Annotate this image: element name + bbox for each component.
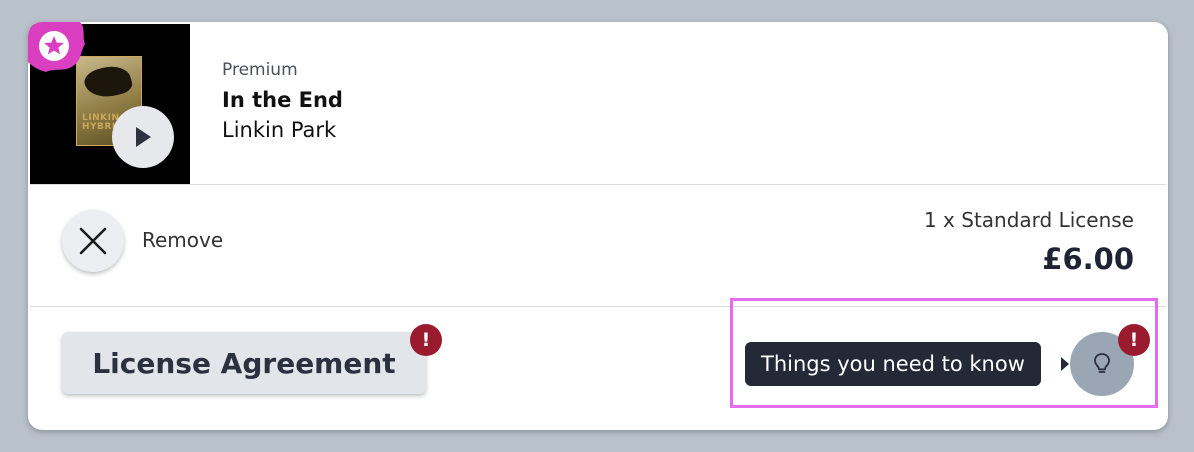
divider-top (30, 184, 1166, 185)
tooltip-arrow (1061, 357, 1069, 371)
premium-badge (28, 22, 85, 72)
price: £6.00 (1042, 242, 1134, 276)
alert-icon: ! (421, 329, 431, 351)
play-button[interactable] (112, 106, 174, 168)
license-type: 1 x Standard License (923, 208, 1134, 232)
track-tier: Premium (222, 60, 298, 80)
license-agreement-button[interactable]: License Agreement (62, 332, 426, 394)
track-artist: Linkin Park (222, 118, 337, 142)
track-info: Premium In the End Linkin Park (222, 60, 343, 142)
cart-item-card: LINKIN HYBRID Premium In the End Linkin … (28, 22, 1168, 430)
remove-label[interactable]: Remove (142, 228, 223, 252)
tips-alert-badge: ! (1118, 324, 1150, 356)
tips-tooltip: Things you need to know (745, 342, 1041, 386)
license-agreement-label: License Agreement (92, 346, 396, 380)
close-icon (79, 227, 107, 255)
play-icon (136, 127, 151, 147)
track-title: In the End (222, 88, 343, 112)
cover-figure (81, 61, 135, 103)
alert-icon: ! (1129, 329, 1139, 351)
lightbulb-icon (1094, 353, 1110, 373)
album-art: LINKIN HYBRID (28, 22, 190, 184)
remove-button[interactable] (62, 210, 124, 272)
agreement-alert-badge: ! (410, 324, 442, 356)
tips-tooltip-text: Things you need to know (761, 352, 1025, 376)
